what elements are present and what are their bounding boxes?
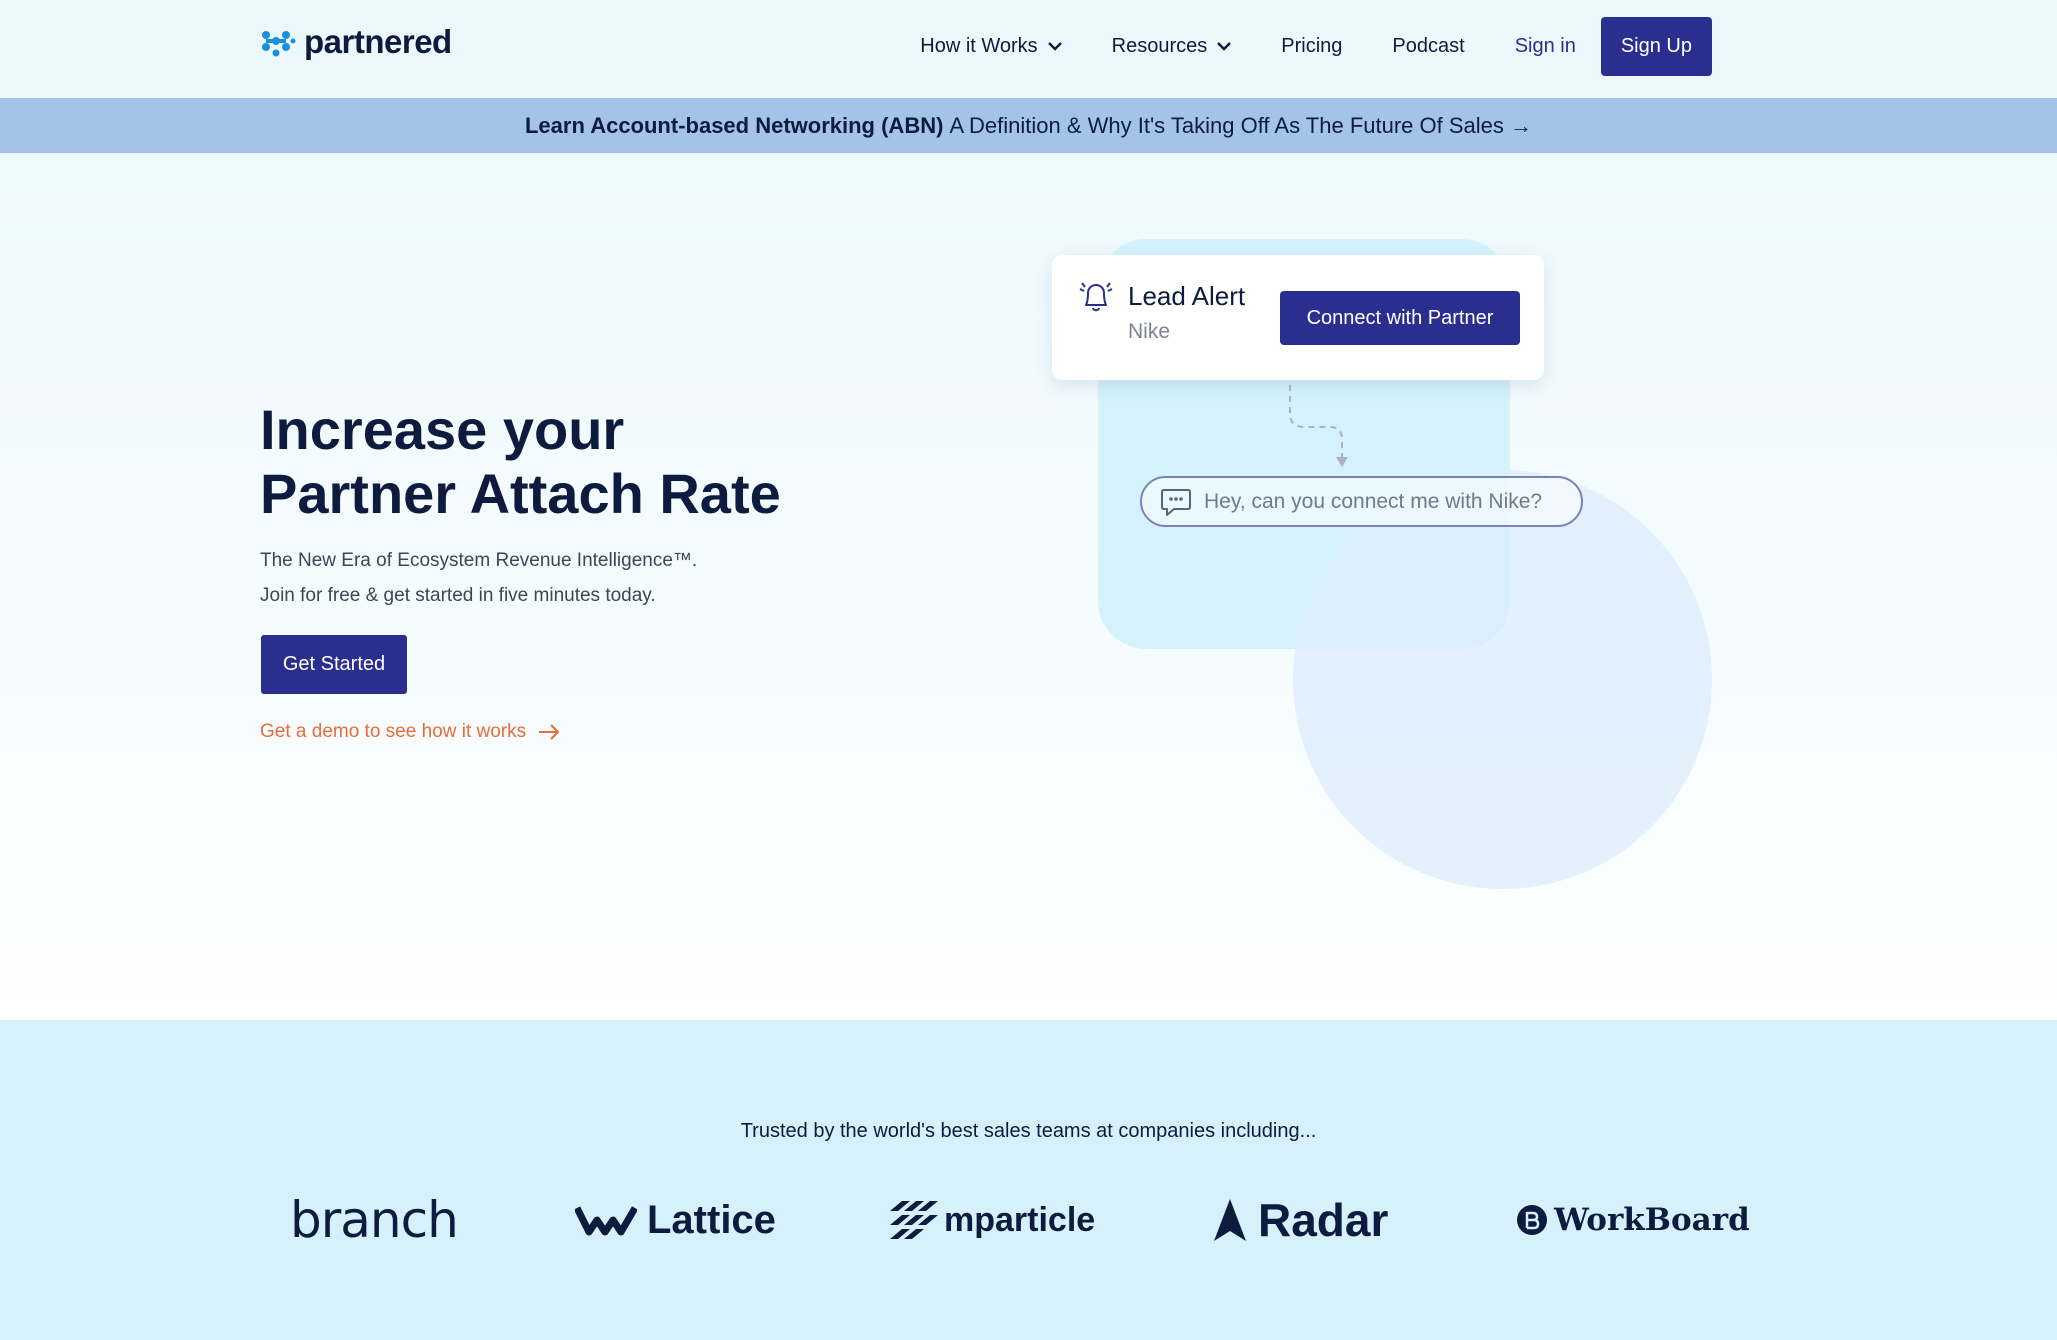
lead-alert-card: Lead Alert Nike Connect with Partner [1052,255,1544,380]
mparticle-logo-icon [890,1201,938,1239]
hero-title-line2: Partner Attach Rate [260,462,781,525]
demo-link-label: Get a demo to see how it works [260,721,527,742]
main-nav: How it Works Resources Pricing Podcast S… [870,16,1712,76]
trusted-by-section: Trusted by the world's best sales teams … [0,1020,2057,1340]
workboard-logo-icon [1517,1205,1547,1235]
hero-title-line1: Increase your [260,398,625,461]
radar-logo-icon [1214,1199,1246,1241]
branch-logo: branch [290,1180,459,1260]
branch-logo-text: branch [290,1191,459,1249]
hero-subtitle-line2: Join for free & get started in five minu… [260,585,656,606]
hero-section: Increase your Partner Attach Rate The Ne… [0,153,2057,1020]
workboard-logo-text: WorkBoard [1554,1202,1750,1238]
logo-text: partnered [304,23,452,60]
hero-subtitle-line1: The New Era of Ecosystem Revenue Intelli… [260,550,698,571]
connect-with-partner-button[interactable]: Connect with Partner [1280,291,1520,345]
dashed-connector-arrow [1289,385,1348,467]
bell-icon [1079,282,1113,312]
chat-message-bubble: Hey, can you connect me with Nike? [1140,476,1583,527]
hero-subtitle: The New Era of Ecosystem Revenue Intelli… [260,543,697,613]
lattice-logo-text: Lattice [647,1197,776,1242]
nav-pricing[interactable]: Pricing [1281,35,1342,58]
lead-alert-title: Lead Alert [1128,281,1246,311]
trusted-by-title: Trusted by the world's best sales teams … [740,1120,1317,1142]
nav-how-it-works-label: How it Works [920,34,1038,57]
radar-logo-text: Radar [1258,1194,1389,1246]
sign-in-link[interactable]: Sign in [1515,35,1576,58]
site-header: partnered How it Works Resources Pricing… [0,0,2057,98]
arrow-right-icon [539,724,560,740]
banner-text: A Definition & Why It's Taking Off As Th… [949,112,1533,138]
lattice-logo: Lattice [575,1180,776,1260]
mparticle-logo: mparticle [888,1180,1095,1260]
banner-bold-text: Learn Account-based Networking (ABN) [524,112,944,138]
partnered-logo[interactable]: partnered [260,22,452,62]
chat-message-text: Hey, can you connect me with Nike? [1204,489,1543,513]
radar-logo: Radar [1212,1180,1388,1260]
announcement-banner[interactable]: Learn Account-based Networking (ABN) A D… [0,98,2057,153]
sign-up-button[interactable]: Sign Up [1600,16,1712,76]
nav-podcast[interactable]: Podcast [1392,35,1464,58]
get-started-button[interactable]: Get Started [261,635,407,694]
hero-title: Increase your Partner Attach Rate [260,398,781,526]
nav-how-it-works[interactable]: How it Works [920,34,1062,58]
demo-link[interactable]: Get a demo to see how it works [260,721,560,743]
chat-bubble-icon [1160,487,1192,517]
customer-logos: branch Lattice mparticle Radar WorkBoard [260,1180,1750,1260]
lattice-logo-icon [575,1206,637,1236]
workboard-logo: WorkBoard [1516,1180,1750,1260]
lead-alert-company: Nike [1128,320,1171,343]
partnered-logo-icon [262,31,296,57]
chevron-down-icon [1047,42,1062,51]
nav-resources-label: Resources [1111,34,1208,57]
illustration-bg-circle [1293,470,1712,889]
nav-resources[interactable]: Resources [1112,35,1232,58]
chevron-down-icon [1217,42,1232,51]
mparticle-logo-text: mparticle [944,1200,1096,1239]
